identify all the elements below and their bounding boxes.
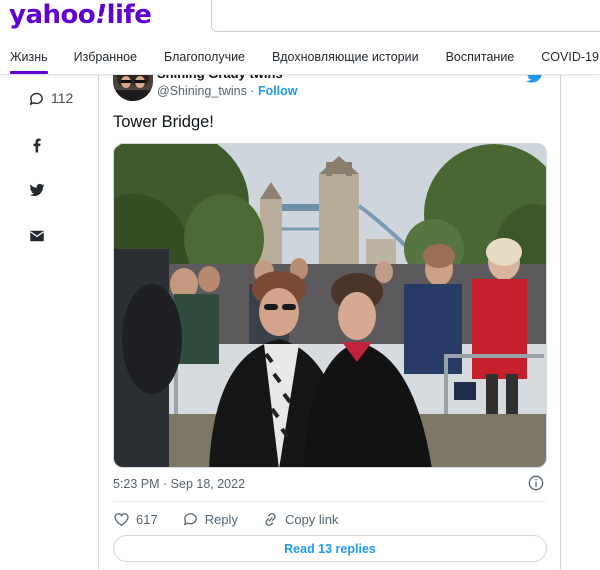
- copy-link-button[interactable]: Copy link: [262, 511, 338, 528]
- heart-icon: [114, 512, 129, 526]
- reply-icon: [183, 512, 197, 526]
- handle-separator: ·: [246, 84, 258, 98]
- read-replies-button[interactable]: Read 13 replies: [113, 535, 547, 562]
- like-count: 617: [136, 511, 158, 527]
- twitter-share-button[interactable]: [28, 181, 46, 199]
- reply-button[interactable]: Reply: [182, 511, 238, 528]
- logo-life: life: [106, 0, 152, 30]
- share-rail: 112: [28, 88, 78, 242]
- nav-item-vdokhnovlyayushchie[interactable]: Вдохновляющие истории: [272, 47, 419, 71]
- tweet-actions: 617 Reply Copy link: [113, 509, 362, 529]
- yahoo-life-logo[interactable]: yahoo! life: [9, 0, 152, 34]
- logo-bang: !: [95, 0, 107, 30]
- comment-count: 112: [51, 90, 74, 106]
- nav-item-izbrannoe[interactable]: Избранное: [74, 47, 137, 71]
- comment-icon: [29, 92, 43, 105]
- nav-item-blagopoluchie[interactable]: Благополучие: [164, 47, 245, 71]
- like-button[interactable]: 617: [113, 511, 158, 528]
- tweet-timestamp[interactable]: 5:23 PM · Sep 18, 2022: [113, 477, 245, 491]
- embedded-tweet: Shining Grady twins @Shining_twins · Fol…: [98, 60, 561, 570]
- info-icon[interactable]: [528, 475, 544, 491]
- comments-button[interactable]: 112: [28, 88, 78, 108]
- main-nav: Жизнь Избранное Благополучие Вдохновляющ…: [0, 47, 599, 74]
- nav-item-covid[interactable]: COVID-19: [541, 47, 599, 71]
- nav-item-vospitanie[interactable]: Воспитание: [446, 47, 515, 71]
- email-share-button[interactable]: [28, 227, 46, 245]
- link-icon: [265, 512, 276, 526]
- facebook-icon: [33, 138, 41, 153]
- search-input[interactable]: [211, 0, 600, 32]
- copy-link-label: Copy link: [284, 511, 339, 527]
- tweet-divider: [113, 501, 546, 502]
- twitter-icon: [29, 183, 45, 197]
- follow-button[interactable]: Follow: [258, 84, 298, 98]
- tweet-photo[interactable]: [113, 143, 547, 468]
- author-handle[interactable]: @Shining_twins: [157, 84, 247, 98]
- facebook-share-button[interactable]: [28, 136, 46, 154]
- reply-label: Reply: [204, 511, 238, 527]
- mail-icon: [30, 230, 44, 242]
- tweet-text: Tower Bridge!: [113, 113, 214, 131]
- author-handle-line: @Shining_twins · Follow: [157, 84, 298, 98]
- logo-yahoo: yahoo: [9, 0, 96, 30]
- nav-item-zhizn[interactable]: Жизнь: [10, 47, 48, 74]
- site-header: yahoo! life Жизнь Избранное Благополучие …: [0, 0, 600, 75]
